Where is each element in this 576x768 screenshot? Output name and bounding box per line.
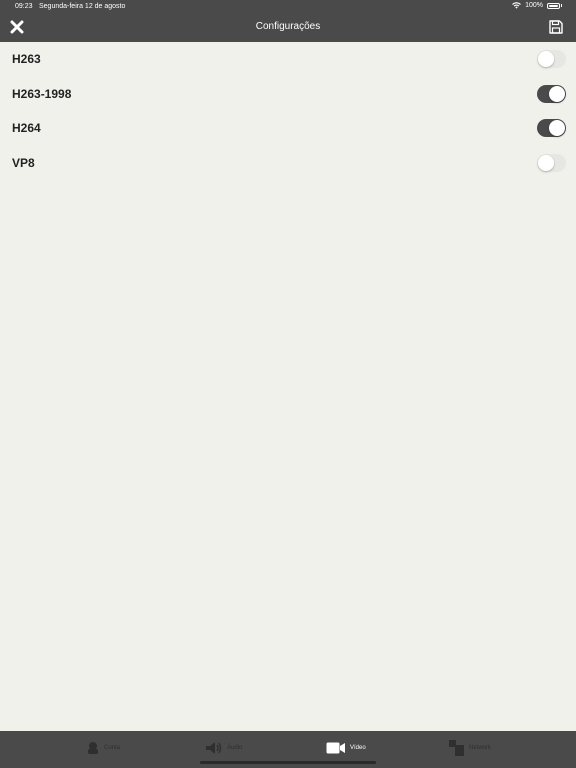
status-date: Segunda-feira 12 de agosto	[39, 3, 126, 10]
codec-label: VP8	[12, 155, 35, 170]
battery-percent: 100%	[525, 2, 543, 9]
tab-network[interactable]: Network	[449, 738, 491, 758]
codec-row-vp8: VP8	[0, 146, 576, 181]
status-bar: 09:23 Segunda-feira 12 de agosto 100%	[0, 0, 576, 14]
codec-row-h263-1998: H263-1998	[0, 77, 576, 112]
toggle-h263-1998[interactable]	[537, 84, 566, 103]
toggle-knob	[549, 120, 565, 136]
status-time: 09:23	[15, 3, 33, 10]
account-icon	[88, 742, 98, 754]
codec-label: H263-1998	[12, 86, 72, 101]
codec-label: H264	[12, 121, 41, 135]
navigation-bar: 09:23 Segunda-feira 12 de agosto 100% Co…	[0, 0, 576, 42]
toggle-knob	[538, 51, 554, 67]
battery-icon	[547, 2, 560, 9]
network-icon	[449, 740, 464, 756]
tab-video[interactable]: Vídeo	[326, 738, 366, 758]
wifi-icon	[512, 2, 521, 9]
save-icon[interactable]	[548, 19, 564, 35]
codec-list: H263 H263-1998 H264 VP8	[0, 42, 576, 180]
video-camera-icon	[326, 742, 345, 754]
tab-label: Vídeo	[350, 745, 366, 751]
toggle-h264[interactable]	[537, 119, 566, 137]
tab-conta[interactable]: Conta	[86, 738, 120, 758]
toggle-h263[interactable]	[537, 50, 566, 68]
codec-label: H263	[12, 52, 41, 66]
home-indicator	[200, 761, 376, 764]
toggle-knob	[549, 85, 565, 102]
codec-row-h264: H264	[0, 111, 576, 146]
toggle-vp8[interactable]	[537, 153, 566, 172]
page-title: Configurações	[255, 21, 321, 32]
tab-audio[interactable]: Áudio	[205, 738, 242, 758]
status-right: 100%	[512, 2, 562, 9]
tab-bar: Conta Áudio Vídeo Network	[0, 731, 576, 768]
battery-tip	[561, 4, 562, 7]
tab-label: Network	[469, 745, 492, 751]
codec-row-h263: H263	[0, 42, 576, 77]
speaker-icon	[206, 742, 222, 754]
toggle-knob	[538, 154, 554, 171]
tab-label: Conta	[104, 745, 121, 751]
tab-label: Áudio	[227, 745, 243, 751]
